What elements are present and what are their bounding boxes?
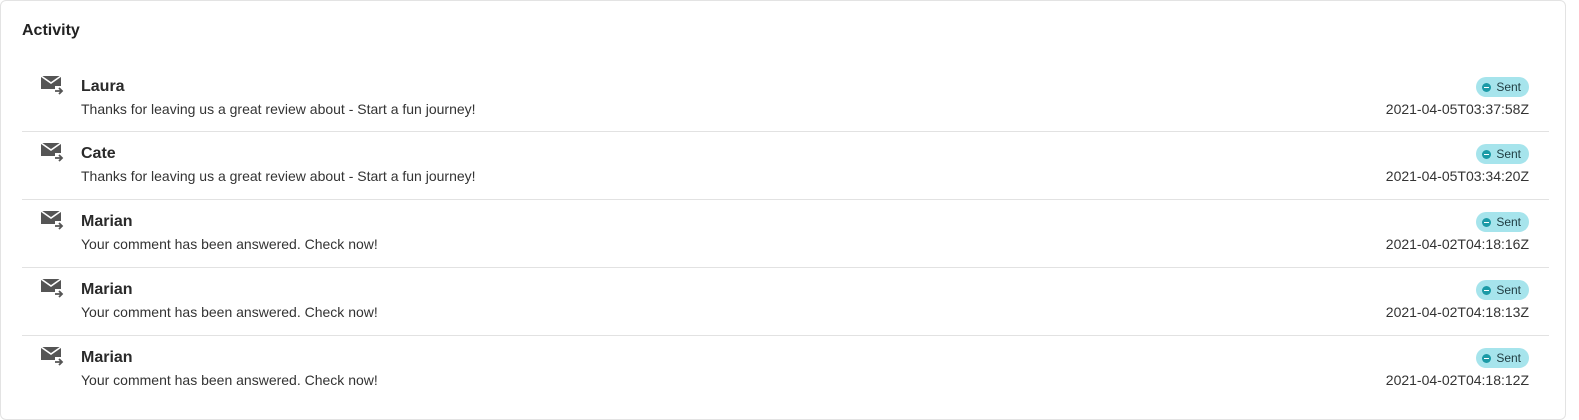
status-badge: Sent	[1476, 280, 1529, 300]
mail-send-icon	[40, 210, 64, 230]
list-item[interactable]: Marian Your comment has been answered. C…	[22, 336, 1549, 404]
recipient-name: Marian	[81, 281, 133, 298]
mail-send-icon	[40, 346, 64, 366]
status-badge: Sent	[1476, 77, 1529, 97]
status-label: Sent	[1496, 147, 1521, 161]
list-item[interactable]: Laura Thanks for leaving us a great revi…	[22, 65, 1549, 132]
status-dot-icon	[1482, 217, 1492, 227]
status-label: Sent	[1496, 351, 1521, 365]
status-dot-icon	[1482, 285, 1492, 295]
message-text: Your comment has been answered. Check no…	[81, 236, 378, 252]
status-badge: Sent	[1476, 144, 1529, 164]
timestamp: 2021-04-02T04:18:16Z	[1385, 236, 1529, 252]
timestamp: 2021-04-02T04:18:13Z	[1385, 304, 1529, 320]
recipient-name: Marian	[81, 349, 133, 366]
mail-send-icon	[40, 142, 64, 162]
list-item[interactable]: Marian Your comment has been answered. C…	[22, 200, 1549, 268]
message-text: Your comment has been answered. Check no…	[81, 304, 378, 320]
recipient-name: Laura	[81, 78, 125, 95]
list-item[interactable]: Marian Your comment has been answered. C…	[22, 268, 1549, 336]
message-text: Thanks for leaving us a great review abo…	[81, 101, 476, 117]
timestamp: 2021-04-02T04:18:12Z	[1385, 372, 1529, 388]
timestamp: 2021-04-05T03:34:20Z	[1385, 168, 1529, 184]
status-badge: Sent	[1476, 212, 1529, 232]
message-text: Your comment has been answered. Check no…	[81, 372, 378, 388]
status-badge: Sent	[1476, 348, 1529, 368]
timestamp: 2021-04-05T03:37:58Z	[1385, 101, 1529, 117]
activity-panel: Activity Laura Thanks for leaving us a g…	[0, 0, 1566, 420]
list-item[interactable]: Cate Thanks for leaving us a great revie…	[22, 132, 1549, 200]
panel-title: Activity	[22, 22, 80, 39]
status-dot-icon	[1482, 149, 1492, 159]
status-label: Sent	[1496, 215, 1521, 229]
mail-send-icon	[40, 75, 64, 95]
activity-list: Laura Thanks for leaving us a great revi…	[22, 65, 1549, 404]
status-dot-icon	[1482, 353, 1492, 363]
recipient-name: Cate	[81, 145, 116, 162]
status-label: Sent	[1496, 80, 1521, 94]
recipient-name: Marian	[81, 213, 133, 230]
mail-send-icon	[40, 278, 64, 298]
status-dot-icon	[1482, 82, 1492, 92]
message-text: Thanks for leaving us a great review abo…	[81, 168, 476, 184]
status-label: Sent	[1496, 283, 1521, 297]
